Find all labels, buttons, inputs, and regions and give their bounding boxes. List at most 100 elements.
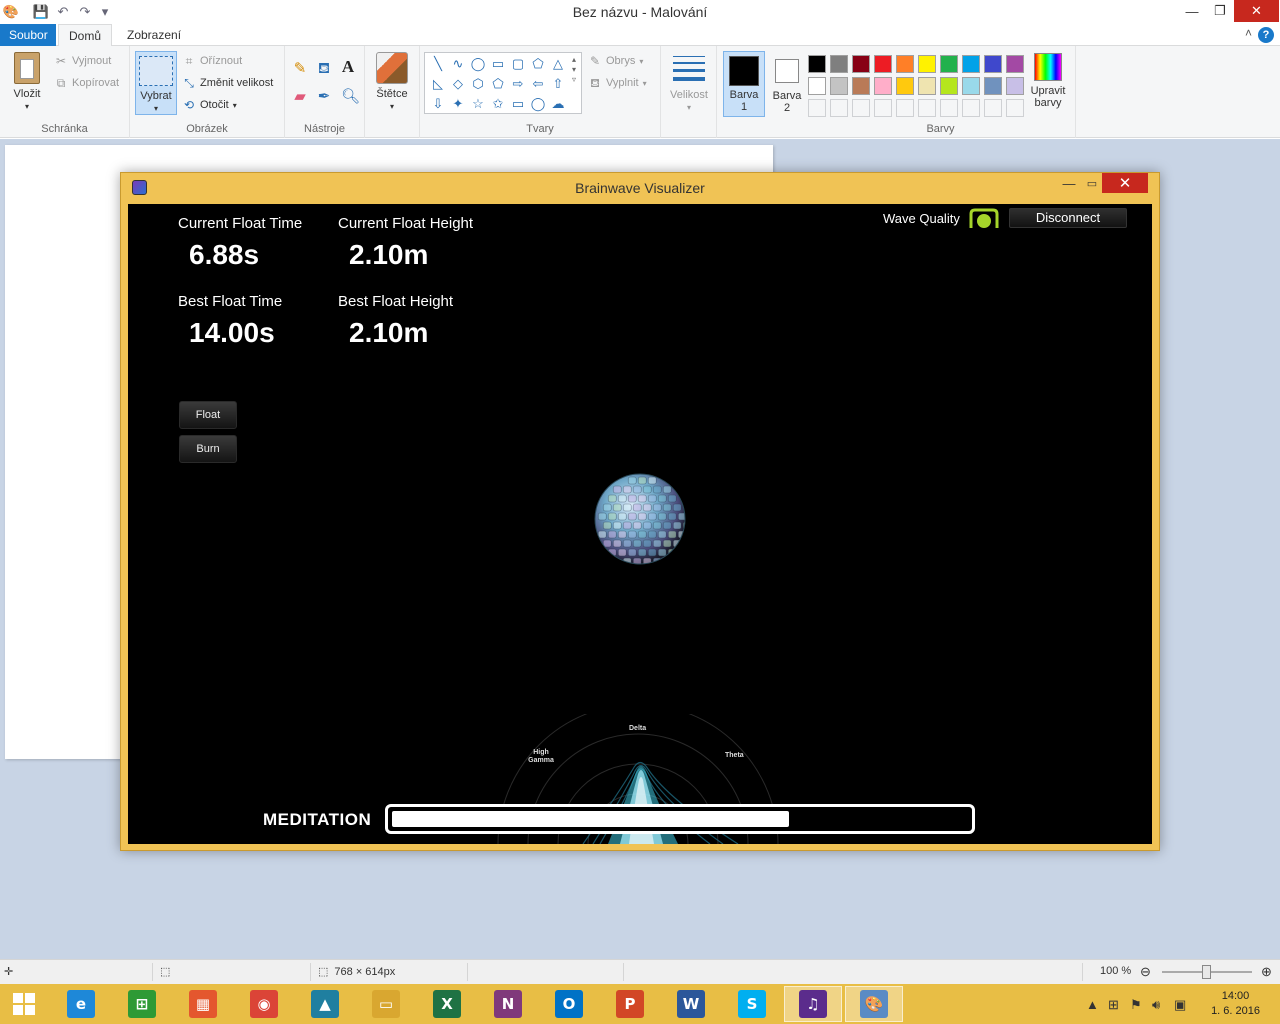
zoom-in-icon[interactable]: ⊕ xyxy=(1261,964,1272,980)
custom-color-slot[interactable] xyxy=(962,99,980,117)
cut-button[interactable]: ✂ Vyjmout xyxy=(54,54,111,68)
shape-2-icon[interactable]: ◯ xyxy=(468,54,488,74)
brainwave-title-bar[interactable]: Brainwave Visualizer — ▭ ✕ xyxy=(121,173,1159,203)
burn-button[interactable]: Burn xyxy=(179,435,237,463)
custom-color-slot[interactable] xyxy=(984,99,1002,117)
shape-9-icon[interactable]: ⬡ xyxy=(468,74,488,94)
shape-15-icon[interactable]: ✦ xyxy=(448,94,468,114)
shapes-scroll-icon[interactable]: ▴ ▾ ▿ xyxy=(569,55,579,85)
taskbar-skype[interactable]: S xyxy=(723,986,781,1022)
flag-icon[interactable]: ⚑ xyxy=(1130,997,1142,1013)
color-swatch[interactable] xyxy=(852,55,870,73)
shape-6-icon[interactable]: △ xyxy=(548,54,568,74)
paste-button[interactable]: Vložit ▾ xyxy=(6,52,48,112)
brushes-button[interactable]: Štětce ▾ xyxy=(371,52,413,112)
shape-4-icon[interactable]: ▢ xyxy=(508,54,528,74)
edit-colors-button[interactable]: Upravit barvy xyxy=(1026,53,1070,109)
clock[interactable]: 14:00 1. 6. 2016 xyxy=(1211,989,1260,1019)
taskbar-explorer-ie[interactable]: e xyxy=(52,986,110,1022)
shape-3-icon[interactable]: ▭ xyxy=(488,54,508,74)
custom-color-slot[interactable] xyxy=(896,99,914,117)
color-swatch[interactable] xyxy=(962,55,980,73)
taskbar-photo-gallery[interactable]: ▦ xyxy=(174,986,232,1022)
tab-view[interactable]: Zobrazení xyxy=(118,24,190,46)
tab-home[interactable]: Domů xyxy=(58,24,112,47)
taskbar-store[interactable]: ⊞ xyxy=(113,986,171,1022)
resize-button[interactable]: ⤡ Změnit velikost xyxy=(182,76,273,90)
color-picker-icon[interactable]: ✒ xyxy=(317,89,331,104)
custom-color-slot[interactable] xyxy=(918,99,936,117)
color-swatch[interactable] xyxy=(808,77,826,95)
taskbar-excel[interactable]: X xyxy=(418,986,476,1022)
network-icon[interactable]: ▣ xyxy=(1174,997,1186,1013)
shape-18-icon[interactable]: ▭ xyxy=(508,94,528,114)
taskbar-chrome[interactable]: ◉ xyxy=(235,986,293,1022)
color-swatch[interactable] xyxy=(874,77,892,95)
taskbar-file-explorer[interactable]: ▭ xyxy=(357,986,415,1022)
color-swatch[interactable] xyxy=(984,77,1002,95)
size-button[interactable]: Velikost ▾ xyxy=(667,52,711,113)
shape-19-icon[interactable]: ◯ xyxy=(528,94,548,114)
select-button[interactable]: Vybrat ▾ xyxy=(135,51,177,115)
color1-button[interactable]: Barva 1 xyxy=(723,51,765,117)
color-swatch[interactable] xyxy=(940,77,958,95)
shape-7-icon[interactable]: ◺ xyxy=(428,74,448,94)
color-swatch[interactable] xyxy=(896,77,914,95)
taskbar-outlook[interactable]: O xyxy=(540,986,598,1022)
rotate-button[interactable]: ⟲ Otočit ▾ xyxy=(182,98,237,112)
color-swatch[interactable] xyxy=(984,55,1002,73)
help-icon[interactable]: ? xyxy=(1258,27,1274,43)
color-swatch[interactable] xyxy=(830,55,848,73)
shape-0-icon[interactable]: ╲ xyxy=(428,54,448,74)
close-button[interactable]: ✕ xyxy=(1234,0,1279,22)
shape-11-icon[interactable]: ⇨ xyxy=(508,74,528,94)
zoom-slider-thumb[interactable] xyxy=(1202,965,1211,979)
shape-17-icon[interactable]: ✩ xyxy=(488,94,508,114)
shape-1-icon[interactable]: ∿ xyxy=(448,54,468,74)
shape-14-icon[interactable]: ⇩ xyxy=(428,94,448,114)
taskbar-word[interactable]: W xyxy=(662,986,720,1022)
maximize-button[interactable]: ❐ xyxy=(1206,0,1234,22)
color2-button[interactable]: Barva 2 xyxy=(769,51,805,114)
custom-color-slot[interactable] xyxy=(808,99,826,117)
color-swatch[interactable] xyxy=(896,55,914,73)
taskbar-photos[interactable]: ▲ xyxy=(296,986,354,1022)
magnifier-icon[interactable]: 🔍︎ xyxy=(341,89,360,104)
color-swatch[interactable] xyxy=(962,77,980,95)
color-swatch[interactable] xyxy=(874,55,892,73)
shape-8-icon[interactable]: ◇ xyxy=(448,74,468,94)
start-button[interactable] xyxy=(0,986,48,1022)
color-swatch[interactable] xyxy=(918,55,936,73)
fill-bucket-icon[interactable]: ⛾ xyxy=(317,61,331,76)
color-swatch[interactable] xyxy=(808,55,826,73)
color-swatch[interactable] xyxy=(918,77,936,95)
shape-16-icon[interactable]: ☆ xyxy=(468,94,488,114)
custom-color-slot[interactable] xyxy=(1006,99,1024,117)
copy-button[interactable]: ⧉ Kopírovat xyxy=(54,76,119,90)
outline-button[interactable]: ✎ Obrys ▾ xyxy=(588,54,643,68)
custom-color-slot[interactable] xyxy=(874,99,892,117)
collapse-ribbon-icon[interactable]: ˄ xyxy=(1245,26,1252,40)
zoom-out-icon[interactable]: ⊖ xyxy=(1140,964,1151,980)
shapes-gallery[interactable]: ╲ ∿ ◯ ▭ ▢ ⬠ △ ◺ ◇ ⬡ ⬠ ⇨ ⇦ ⇧ ⇩ ✦ ☆ ✩ ▭ ◯ ☁ ▴ ▾ ▿ xyxy=(424,52,582,114)
color-swatch[interactable] xyxy=(940,55,958,73)
disconnect-button[interactable]: Disconnect xyxy=(1009,208,1127,228)
eraser-icon[interactable]: ▰ xyxy=(293,89,307,104)
taskbar-brainwave-visualizer[interactable]: ♫ xyxy=(784,986,842,1022)
custom-color-slot[interactable] xyxy=(940,99,958,117)
tab-file[interactable]: Soubor xyxy=(0,24,56,46)
taskbar-powerpoint[interactable]: P xyxy=(601,986,659,1022)
custom-color-slot[interactable] xyxy=(852,99,870,117)
color-swatch[interactable] xyxy=(830,77,848,95)
brainwave-minimize-button[interactable]: — xyxy=(1056,173,1082,193)
color-swatch[interactable] xyxy=(852,77,870,95)
windows-icon[interactable]: ⊞ xyxy=(1108,997,1119,1013)
pencil-icon[interactable]: ✎ xyxy=(293,61,307,76)
text-tool-icon[interactable]: A xyxy=(341,58,355,75)
taskbar-paint[interactable]: 🎨 xyxy=(845,986,903,1022)
shape-20-icon[interactable]: ☁ xyxy=(548,94,568,114)
volume-icon[interactable]: 🔊︎ xyxy=(1152,997,1160,1013)
brainwave-maximize-button[interactable]: ▭ xyxy=(1082,173,1102,193)
minimize-button[interactable]: — xyxy=(1178,0,1206,22)
shape-5-icon[interactable]: ⬠ xyxy=(528,54,548,74)
